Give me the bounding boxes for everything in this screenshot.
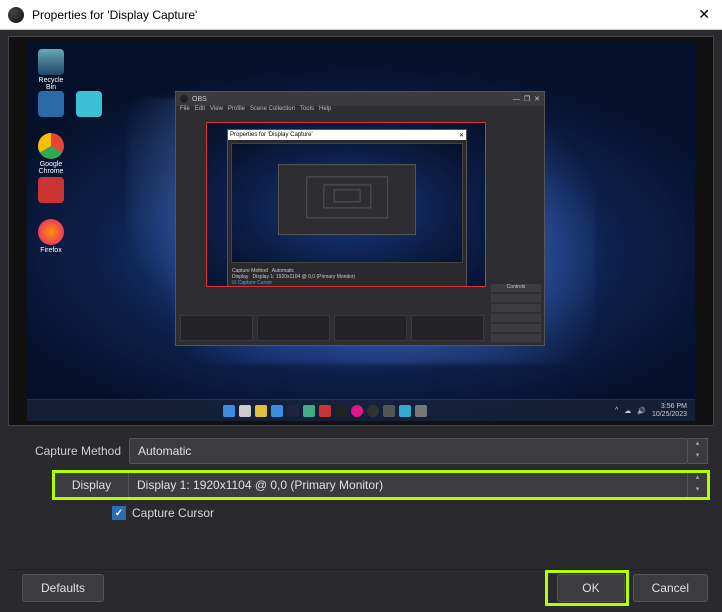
capture-cursor-checkbox[interactable]: ✓ — [112, 506, 126, 520]
ok-button[interactable]: OK — [557, 574, 624, 602]
nested-obs-window: OBS—❐✕ FileEditViewProfileScene Collecti… — [175, 91, 545, 346]
capture-method-row: Capture Method Automatic ▴▾ — [14, 438, 708, 464]
display-spinner[interactable]: ▴▾ — [688, 472, 708, 498]
cancel-button[interactable]: Cancel — [633, 574, 708, 602]
display-label: Display — [54, 472, 129, 498]
dialog-footer: Defaults OK Cancel — [14, 574, 708, 602]
display-select[interactable]: Display 1: 1920x1104 @ 0,0 (Primary Moni… — [129, 472, 688, 498]
desktop-icon-chrome: Google Chrome — [33, 133, 69, 173]
nested-properties-dialog: Properties for 'Display Capture'✕ Captur… — [227, 129, 467, 287]
defaults-button[interactable]: Defaults — [22, 574, 104, 602]
desktop-icon — [33, 91, 69, 131]
properties-form: Capture Method Automatic ▴▾ Display Disp… — [0, 434, 722, 530]
display-row: Display Display 1: 1920x1104 @ 0,0 (Prim… — [54, 472, 708, 498]
close-icon[interactable]: ✕ — [694, 6, 714, 23]
capture-method-select[interactable]: Automatic — [129, 438, 688, 464]
desktop-icon-recycle-bin: Recycle Bin — [33, 49, 69, 89]
desktop-icon-firefox: Firefox — [33, 219, 69, 259]
taskbar: ^☁🔊 3:56 PM10/25/2023 — [27, 399, 695, 421]
capture-cursor-label: Capture Cursor — [132, 506, 214, 520]
capture-method-label: Capture Method — [14, 438, 129, 464]
capture-method-spinner[interactable]: ▴▾ — [688, 438, 708, 464]
desktop-icon — [33, 177, 69, 217]
desktop-preview: Recycle Bin Google Chrome Firefox OBS—❐✕… — [27, 41, 695, 421]
window-title: Properties for 'Display Capture' — [32, 8, 694, 22]
preview-area: Recycle Bin Google Chrome Firefox OBS—❐✕… — [8, 36, 714, 426]
capture-cursor-row[interactable]: ✓ Capture Cursor — [112, 506, 708, 520]
footer-divider — [10, 569, 712, 570]
titlebar: Properties for 'Display Capture' ✕ — [0, 0, 722, 30]
obs-logo-icon — [8, 7, 24, 23]
desktop-icon — [71, 91, 107, 131]
